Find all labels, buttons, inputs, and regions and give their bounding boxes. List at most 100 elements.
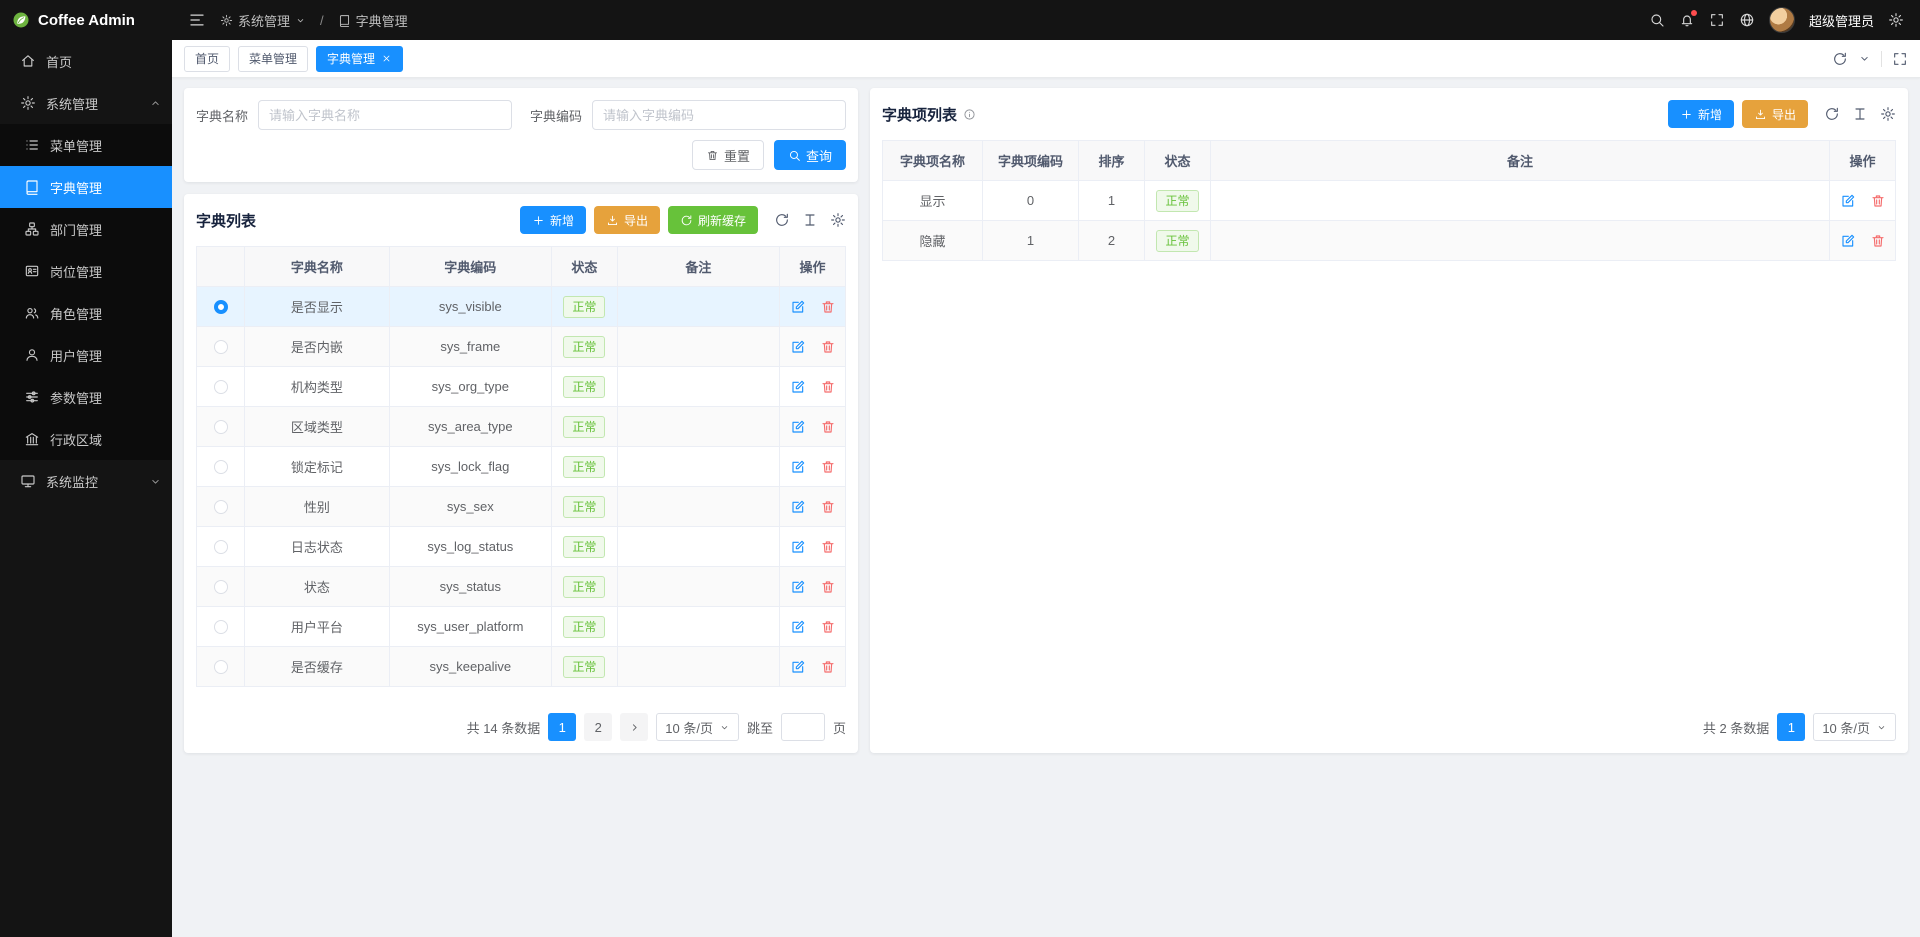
breadcrumb-label: 字典管理	[356, 11, 408, 30]
export-items-button[interactable]: 导出	[1742, 100, 1808, 128]
page-size-select[interactable]: 10 条/页	[1813, 713, 1896, 741]
edit-button[interactable]	[788, 417, 808, 437]
delete-button[interactable]	[818, 297, 838, 317]
table-row[interactable]: 区域类型 sys_area_type 正常	[197, 407, 846, 447]
delete-button[interactable]	[818, 537, 838, 557]
avatar[interactable]	[1769, 7, 1795, 33]
row-radio[interactable]	[214, 620, 228, 634]
table-row[interactable]: 用户平台 sys_user_platform 正常	[197, 607, 846, 647]
delete-button[interactable]	[818, 577, 838, 597]
sidebar-item-params-mgmt[interactable]: 参数管理	[0, 376, 172, 418]
column-size-icon[interactable]	[1852, 106, 1868, 122]
collapse-sidebar-icon[interactable]	[188, 11, 206, 29]
refresh-cache-button[interactable]: 刷新缓存	[668, 206, 758, 234]
column-header-code: 字典编码	[390, 247, 552, 287]
export-button[interactable]: 导出	[594, 206, 660, 234]
search-icon[interactable]	[1649, 12, 1665, 28]
page-button-1[interactable]: 1	[1777, 713, 1805, 741]
table-row[interactable]: 隐藏 1 2 正常	[883, 221, 1896, 261]
notification-bell-icon[interactable]	[1679, 12, 1695, 28]
sidebar-item-region-mgmt[interactable]: 行政区域	[0, 418, 172, 460]
edit-button[interactable]	[788, 377, 808, 397]
table-settings-gear-icon[interactable]	[830, 212, 846, 228]
breadcrumb-parent[interactable]: 系统管理	[220, 11, 306, 30]
breadcrumb-current[interactable]: 字典管理	[338, 11, 408, 30]
page-size-select[interactable]: 10 条/页	[656, 713, 739, 741]
edit-button[interactable]	[788, 337, 808, 357]
edit-button[interactable]	[788, 497, 808, 517]
table-row[interactable]: 是否显示 sys_visible 正常	[197, 287, 846, 327]
edit-button[interactable]	[788, 457, 808, 477]
sidebar-item-monitor[interactable]: 系统监控	[0, 460, 172, 502]
topbar: 系统管理 / 字典管理 超级管理员	[172, 0, 1920, 40]
table-row[interactable]: 状态 sys_status 正常	[197, 567, 846, 607]
delete-button[interactable]	[818, 377, 838, 397]
fullscreen-icon[interactable]	[1709, 12, 1725, 28]
delete-button[interactable]	[818, 657, 838, 677]
delete-button[interactable]	[818, 457, 838, 477]
row-radio[interactable]	[214, 660, 228, 674]
sidebar-item-post-mgmt[interactable]: 岗位管理	[0, 250, 172, 292]
add-button[interactable]: 新增	[520, 206, 586, 234]
delete-button[interactable]	[818, 417, 838, 437]
table-row[interactable]: 机构类型 sys_org_type 正常	[197, 367, 846, 407]
edit-button[interactable]	[788, 537, 808, 557]
sidebar-item-user-mgmt[interactable]: 用户管理	[0, 334, 172, 376]
refresh-tab-icon[interactable]	[1832, 51, 1848, 67]
delete-button[interactable]	[818, 337, 838, 357]
content-fullscreen-icon[interactable]	[1892, 51, 1908, 67]
column-size-icon[interactable]	[802, 212, 818, 228]
delete-button[interactable]	[1868, 231, 1888, 251]
edit-button[interactable]	[1838, 231, 1858, 251]
sidebar-item-dict-mgmt[interactable]: 字典管理	[0, 166, 172, 208]
tab-dict-mgmt[interactable]: 字典管理	[316, 46, 403, 72]
delete-button[interactable]	[1868, 191, 1888, 211]
sidebar-item-home[interactable]: 首页	[0, 40, 172, 82]
table-settings-gear-icon[interactable]	[1880, 106, 1896, 122]
row-radio[interactable]	[214, 460, 228, 474]
edit-button[interactable]	[788, 577, 808, 597]
refresh-table-icon[interactable]	[774, 212, 790, 228]
table-row[interactable]: 日志状态 sys_log_status 正常	[197, 527, 846, 567]
delete-button[interactable]	[818, 497, 838, 517]
page-jump-input[interactable]	[781, 713, 825, 741]
table-row[interactable]: 是否缓存 sys_keepalive 正常	[197, 647, 846, 687]
edit-button[interactable]	[788, 617, 808, 637]
page-button-2[interactable]: 2	[584, 713, 612, 741]
row-radio[interactable]	[214, 380, 228, 394]
page-button-1[interactable]: 1	[548, 713, 576, 741]
sidebar-item-role-mgmt[interactable]: 角色管理	[0, 292, 172, 334]
close-icon[interactable]	[381, 53, 392, 64]
sidebar-item-menu-mgmt[interactable]: 菜单管理	[0, 124, 172, 166]
tab-menu-mgmt[interactable]: 菜单管理	[238, 46, 308, 72]
reset-button[interactable]: 重置	[692, 140, 764, 170]
row-radio[interactable]	[214, 420, 228, 434]
sidebar-item-dept-mgmt[interactable]: 部门管理	[0, 208, 172, 250]
info-icon[interactable]	[963, 108, 976, 121]
table-row[interactable]: 是否内嵌 sys_frame 正常	[197, 327, 846, 367]
table-row[interactable]: 锁定标记 sys_lock_flag 正常	[197, 447, 846, 487]
edit-button[interactable]	[788, 657, 808, 677]
tab-label: 字典管理	[327, 50, 375, 67]
settings-gear-icon[interactable]	[1888, 12, 1904, 28]
add-item-button[interactable]: 新增	[1668, 100, 1734, 128]
tab-options-chevron-icon[interactable]	[1858, 52, 1871, 65]
row-radio[interactable]	[214, 580, 228, 594]
sidebar-item-system[interactable]: 系统管理	[0, 82, 172, 124]
row-radio[interactable]	[214, 340, 228, 354]
edit-button[interactable]	[1838, 191, 1858, 211]
table-row[interactable]: 显示 0 1 正常	[883, 181, 1896, 221]
dict-code-input[interactable]	[592, 100, 846, 130]
next-page-button[interactable]	[620, 713, 648, 741]
edit-button[interactable]	[788, 297, 808, 317]
row-radio[interactable]	[214, 300, 228, 314]
tab-home[interactable]: 首页	[184, 46, 230, 72]
refresh-table-icon[interactable]	[1824, 106, 1840, 122]
dict-name-input[interactable]	[258, 100, 512, 130]
translate-icon[interactable]	[1739, 12, 1755, 28]
query-button[interactable]: 查询	[774, 140, 846, 170]
row-radio[interactable]	[214, 540, 228, 554]
delete-button[interactable]	[818, 617, 838, 637]
row-radio[interactable]	[214, 500, 228, 514]
table-row[interactable]: 性别 sys_sex 正常	[197, 487, 846, 527]
